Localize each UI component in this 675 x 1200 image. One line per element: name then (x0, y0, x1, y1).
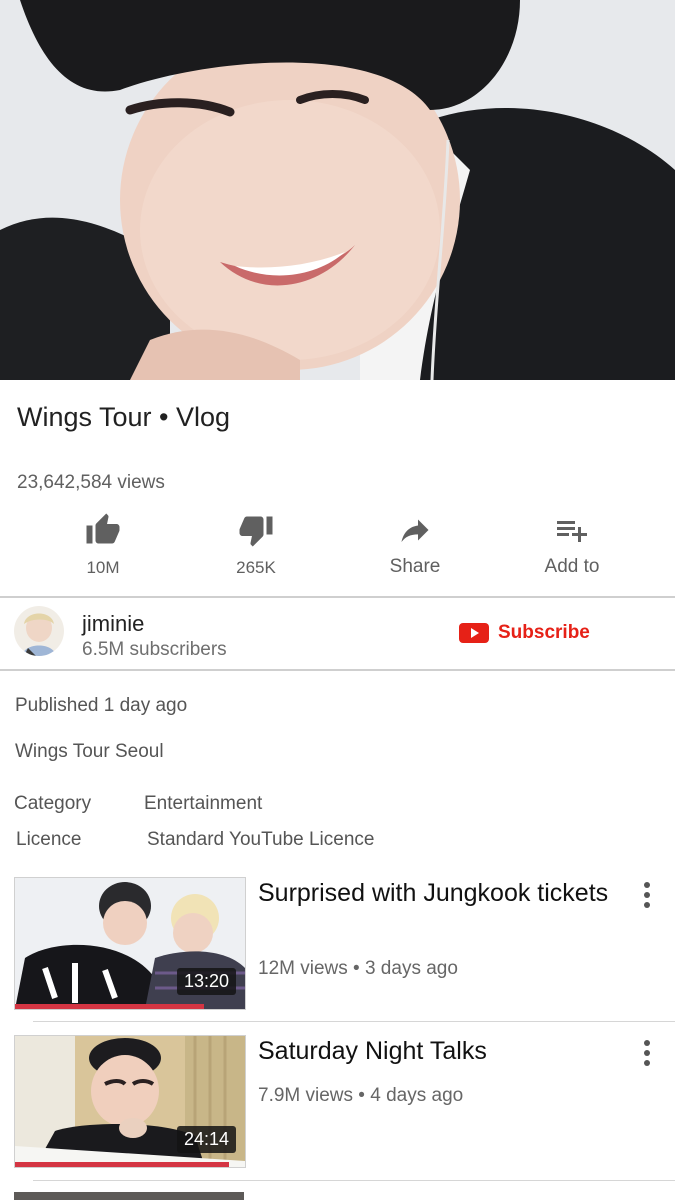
watch-progress-bar (15, 1162, 229, 1167)
subscribe-button[interactable]: Subscribe (459, 622, 590, 644)
published-date: Published 1 day ago (15, 695, 188, 716)
view-count: 23,642,584 views (17, 472, 165, 493)
related-video-meta: 12M views • 3 days ago (258, 958, 458, 979)
video-duration: 13:20 (176, 968, 236, 995)
video-frame-image (0, 0, 675, 380)
playlist-add-icon (557, 521, 587, 542)
video-duration: 24:14 (176, 1126, 236, 1153)
divider (0, 669, 675, 671)
related-video-meta: 7.9M views • 4 days ago (258, 1085, 464, 1106)
share-button[interactable]: Share (355, 512, 475, 578)
add-to-label: Add to (544, 556, 600, 577)
channel-name[interactable]: jiminie (82, 611, 144, 637)
more-options-icon[interactable] (635, 1040, 659, 1070)
list-separator (33, 1180, 675, 1181)
licence-value[interactable]: Standard YouTube Licence (147, 829, 374, 851)
avatar-image (14, 606, 64, 656)
subscribe-label: Subscribe (498, 622, 590, 643)
subscriber-count: 6.5M subscribers (82, 639, 227, 660)
thumbs-up-icon (86, 513, 120, 544)
related-video-thumbnail-partial[interactable] (14, 1192, 244, 1200)
dislike-button[interactable]: 265K (196, 512, 316, 578)
share-arrow-icon (401, 519, 429, 542)
related-video-thumbnail[interactable]: 24:14 (14, 1035, 246, 1168)
youtube-play-icon (459, 623, 489, 643)
video-description: Wings Tour Seoul (15, 741, 164, 762)
add-to-button[interactable]: Add to (512, 512, 632, 578)
more-options-icon[interactable] (635, 882, 659, 912)
related-video-title[interactable]: Saturday Night Talks (258, 1036, 618, 1067)
like-button[interactable]: 10M (43, 512, 163, 578)
video-title: Wings Tour • Vlog (17, 402, 231, 432)
category-value[interactable]: Entertainment (144, 793, 262, 815)
like-count: 10M (86, 558, 120, 577)
related-video-title[interactable]: Surprised with Jungkook tickets (258, 878, 618, 909)
divider (0, 596, 675, 598)
licence-label: Licence (16, 829, 82, 850)
thumbs-down-icon (239, 516, 273, 547)
related-video-thumbnail[interactable]: 13:20 (14, 877, 246, 1010)
watch-progress-bar (15, 1004, 204, 1009)
category-label: Category (14, 793, 92, 814)
dislike-count: 265K (236, 558, 276, 577)
list-separator (33, 1021, 675, 1022)
video-player[interactable] (0, 0, 675, 380)
channel-avatar[interactable] (14, 606, 64, 656)
share-label: Share (389, 556, 441, 577)
